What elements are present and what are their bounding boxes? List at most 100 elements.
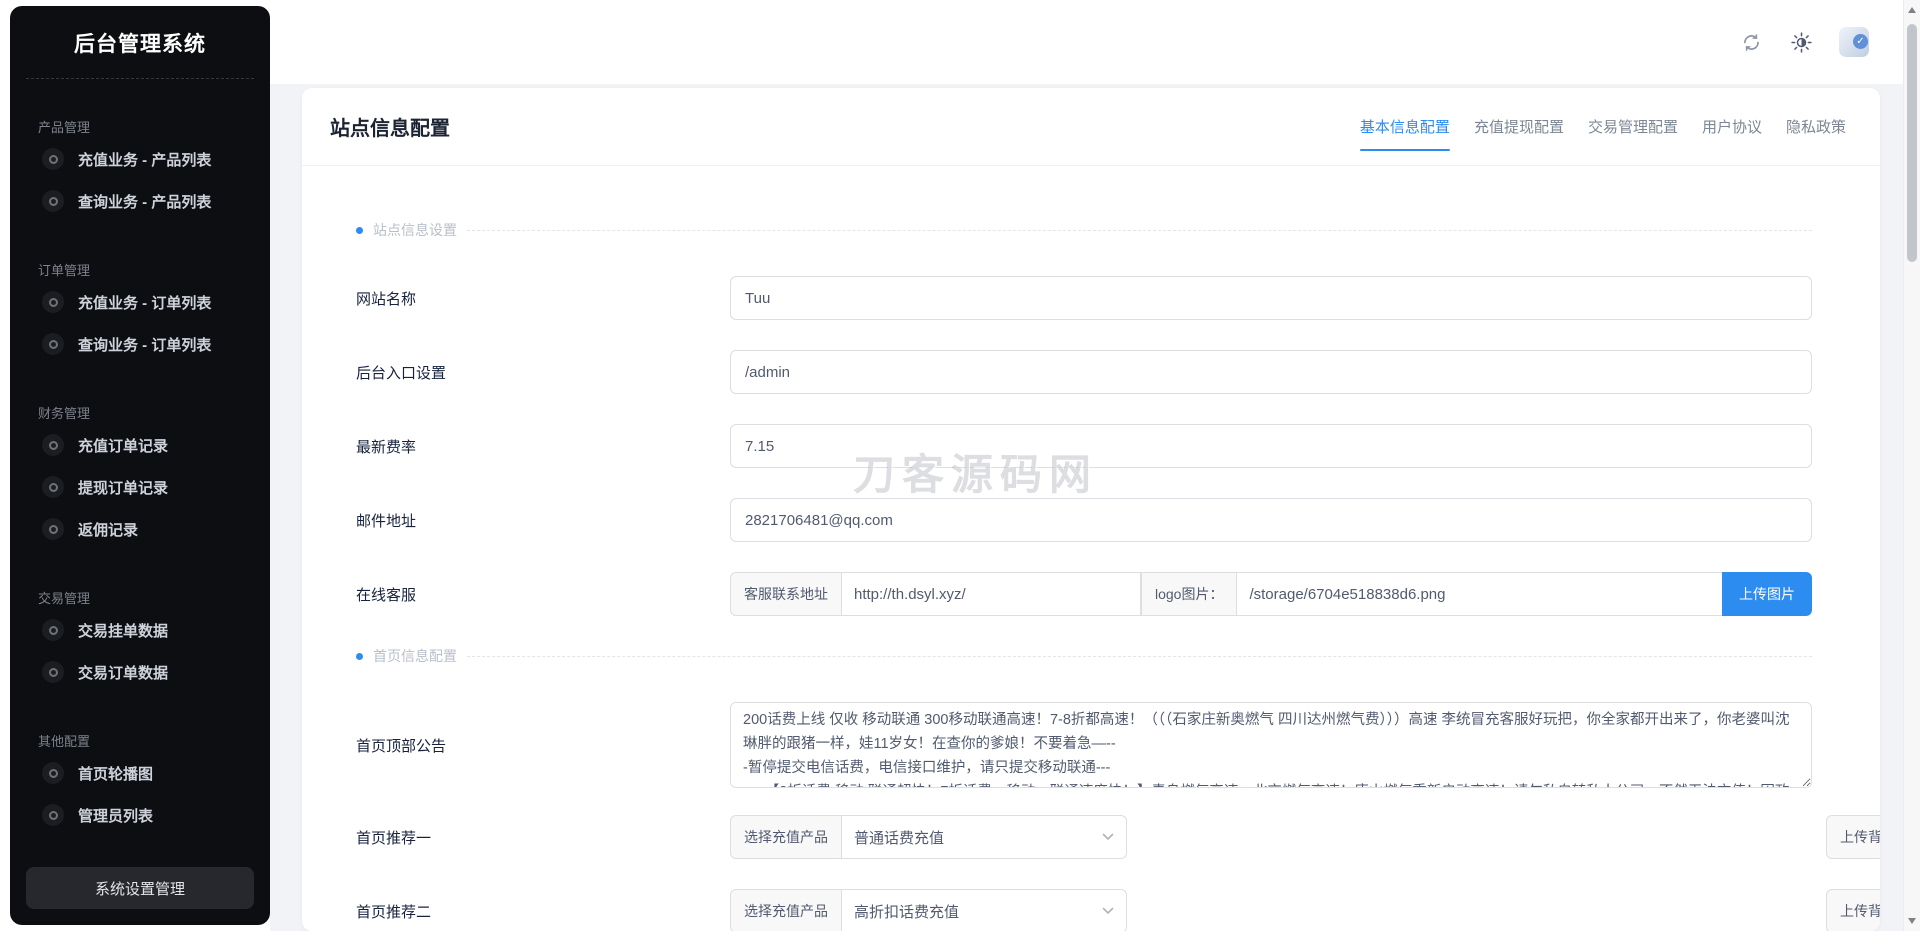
record-dot-icon — [42, 762, 64, 784]
section-label: 站点信息设置 — [373, 222, 457, 238]
service-url-input[interactable] — [841, 572, 1141, 616]
system-settings-button[interactable]: 系统设置管理 — [26, 867, 254, 909]
chevron-down-icon — [1102, 833, 1114, 841]
chevron-down-icon — [1102, 907, 1114, 915]
latest-rate-input[interactable] — [730, 424, 1812, 468]
scroll-down-icon[interactable] — [1904, 913, 1920, 929]
record-dot-icon — [42, 661, 64, 683]
sidebar-item-admin-list[interactable]: 管理员列表 — [10, 794, 270, 836]
sidebar-item-trade-pending[interactable]: 交易挂单数据 — [10, 609, 270, 651]
card-header: 站点信息配置 基本信息配置 充值提现配置 交易管理配置 用户协议 隐私政策 — [302, 88, 1880, 166]
select-product-addon: 选择充值产品 — [730, 889, 842, 931]
site-name-row: 网站名称 — [356, 276, 1812, 320]
latest-rate-row: 最新费率 — [356, 424, 1812, 468]
form-body: 站点信息设置 网站名称 后台入口设置 最新费率 — [302, 220, 1880, 931]
topbar: ✓ — [270, 0, 1903, 84]
online-service-label: 在线客服 — [356, 586, 417, 604]
refresh-icon[interactable] — [1739, 30, 1763, 54]
record-dot-icon — [42, 434, 64, 456]
sidebar-item-recharge-products[interactable]: 充值业务 - 产品列表 — [10, 138, 270, 180]
record-dot-icon — [42, 619, 64, 641]
record-dot-icon — [42, 190, 64, 212]
tab-privacy-policy[interactable]: 隐私政策 — [1786, 116, 1846, 137]
home-rec1-label: 首页推荐一 — [356, 829, 432, 847]
main-area: ✓ 站点信息配置 基本信息配置 充值提现配置 交易管理配置 用户协议 隐私政策 … — [270, 0, 1903, 931]
sidebar-item-label: 管理员列表 — [78, 807, 154, 825]
sidebar-item-label: 交易订单数据 — [78, 664, 169, 682]
theme-icon[interactable] — [1789, 30, 1813, 54]
record-dot-icon — [42, 476, 64, 498]
sidebar-item-label: 充值业务 - 产品列表 — [78, 151, 212, 169]
section-dashed-line — [467, 655, 1812, 657]
scroll-up-icon[interactable] — [1904, 2, 1920, 18]
tab-bar: 基本信息配置 充值提现配置 交易管理配置 用户协议 隐私政策 — [1359, 116, 1846, 151]
record-dot-icon — [42, 148, 64, 170]
sidebar-item-home-carousel[interactable]: 首页轮播图 — [10, 752, 270, 794]
latest-rate-label: 最新费率 — [356, 438, 417, 456]
email-label: 邮件地址 — [356, 512, 417, 530]
upload-logo-button[interactable]: 上传图片 — [1722, 572, 1812, 616]
avatar[interactable]: ✓ — [1839, 27, 1869, 57]
admin-entry-label: 后台入口设置 — [356, 364, 447, 382]
sidebar-item-label: 提现订单记录 — [78, 479, 169, 497]
sidebar-section-finance: 财务管理 — [38, 406, 91, 421]
sidebar-section-other: 其他配置 — [38, 734, 91, 749]
admin-entry-row: 后台入口设置 — [356, 350, 1812, 394]
tab-trade-manage[interactable]: 交易管理配置 — [1588, 116, 1678, 137]
record-dot-icon — [42, 518, 64, 540]
sidebar-item-recharge-orders[interactable]: 充值业务 - 订单列表 — [10, 281, 270, 323]
tab-basic-info[interactable]: 基本信息配置 — [1359, 116, 1450, 151]
sidebar-item-label: 返佣记录 — [78, 521, 139, 539]
rec1-product-select[interactable]: 普通话费充值 — [841, 815, 1127, 859]
content-card: 站点信息配置 基本信息配置 充值提现配置 交易管理配置 用户协议 隐私政策 站点… — [302, 88, 1880, 931]
check-icon: ✓ — [1853, 34, 1868, 49]
sidebar-section-products: 产品管理 — [38, 120, 91, 135]
home-rec1-row: 首页推荐一 选择充值产品 普通话费充值 上传背景图片： 上传图片 — [356, 815, 1880, 859]
record-dot-icon — [42, 804, 64, 826]
home-notice-row: 首页顶部公告 200话费上线 仅收 移动联通 300移动联通高速！7-8折都高速… — [356, 702, 1812, 788]
email-input[interactable] — [730, 498, 1812, 542]
section-dashed-line — [467, 229, 1812, 231]
page-scrollbar[interactable] — [1903, 0, 1920, 931]
app-title: 后台管理系统 — [74, 33, 206, 56]
sidebar-item-recharge-records[interactable]: 充值订单记录 — [10, 424, 270, 466]
section-home-info: 首页信息配置 — [356, 646, 1812, 666]
site-name-label: 网站名称 — [356, 290, 417, 308]
rec2-product-select[interactable]: 高折扣话费充值 — [841, 889, 1127, 931]
tab-user-agreement[interactable]: 用户协议 — [1702, 116, 1762, 137]
service-url-addon: 客服联系地址 — [730, 572, 842, 616]
logo-path-input[interactable] — [1236, 572, 1723, 616]
online-service-row: 在线客服 客服联系地址 logo图片： 上传图片 — [356, 572, 1812, 616]
scrollbar-thumb[interactable] — [1907, 24, 1917, 262]
sidebar-item-withdraw-records[interactable]: 提现订单记录 — [10, 466, 270, 508]
section-site-info: 站点信息设置 — [356, 220, 1812, 240]
sidebar-item-query-orders[interactable]: 查询业务 - 订单列表 — [10, 323, 270, 365]
sidebar-item-label: 首页轮播图 — [78, 765, 154, 783]
upload-bg-addon: 上传背景图片： — [1826, 889, 1880, 931]
rec2-product-value: 高折扣话费充值 — [854, 903, 960, 921]
tab-recharge-withdraw[interactable]: 充值提现配置 — [1474, 116, 1564, 137]
section-dot-icon — [356, 652, 363, 660]
sidebar-item-label: 交易挂单数据 — [78, 622, 169, 640]
select-product-addon: 选择充值产品 — [730, 815, 842, 859]
record-dot-icon — [42, 333, 64, 355]
record-dot-icon — [42, 291, 64, 313]
home-rec2-row: 首页推荐二 选择充值产品 高折扣话费充值 上传背景图片： 上传图片 — [356, 889, 1880, 931]
admin-entry-input[interactable] — [730, 350, 1812, 394]
sidebar-item-label: 查询业务 - 产品列表 — [78, 193, 212, 211]
sidebar: 后台管理系统 产品管理 充值业务 - 产品列表 查询业务 - 产品列表 订单管理… — [10, 6, 270, 925]
sidebar-item-rebate-records[interactable]: 返佣记录 — [10, 508, 270, 550]
sidebar-section-orders: 订单管理 — [38, 263, 91, 278]
sidebar-item-label: 充值订单记录 — [78, 437, 169, 455]
notice-textarea[interactable]: 200话费上线 仅收 移动联通 300移动联通高速！7-8折都高速！（（（石家庄… — [730, 702, 1812, 788]
section-label: 首页信息配置 — [373, 648, 457, 664]
sidebar-item-trade-orders[interactable]: 交易订单数据 — [10, 651, 270, 693]
sidebar-item-query-products[interactable]: 查询业务 - 产品列表 — [10, 180, 270, 222]
logo-image-addon: logo图片： — [1141, 572, 1238, 616]
sidebar-nav: 产品管理 充值业务 - 产品列表 查询业务 - 产品列表 订单管理 充值业务 -… — [10, 79, 270, 925]
sidebar-section-trade: 交易管理 — [38, 591, 91, 606]
home-rec2-label: 首页推荐二 — [356, 903, 432, 921]
sidebar-item-label: 查询业务 - 订单列表 — [78, 336, 212, 354]
site-name-input[interactable] — [730, 276, 1812, 320]
page-title: 站点信息配置 — [330, 118, 450, 140]
